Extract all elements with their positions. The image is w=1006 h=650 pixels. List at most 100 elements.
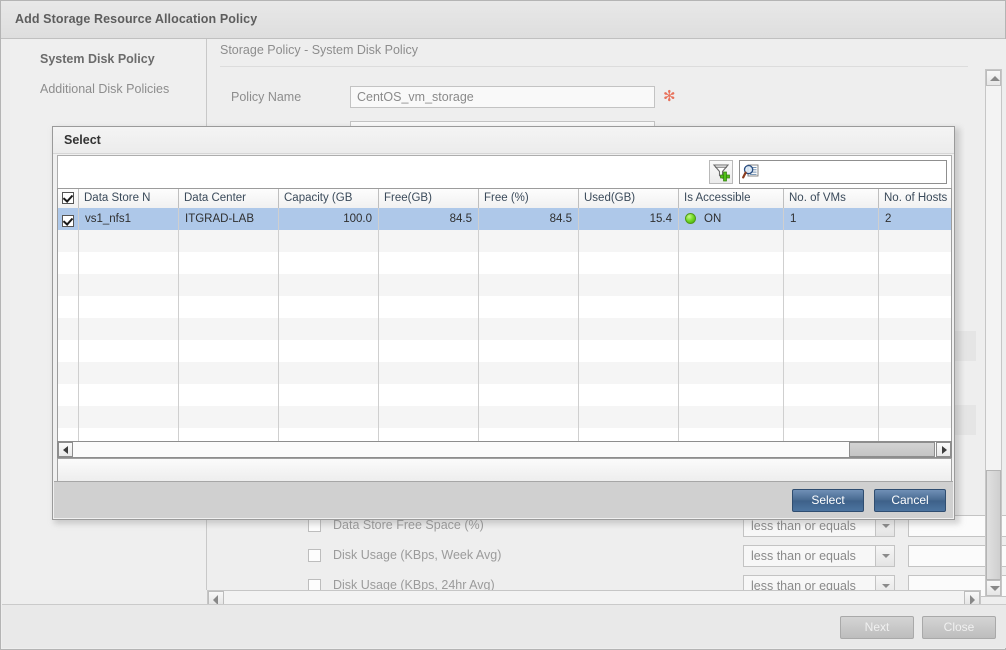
empty-cell-2	[279, 384, 379, 406]
empty-cell-1	[179, 362, 279, 384]
search-icon	[742, 164, 759, 179]
empty-cell-7	[784, 230, 879, 252]
empty-cell-1	[179, 296, 279, 318]
empty-checkbox-cell	[58, 384, 79, 406]
table-row-empty	[58, 274, 951, 296]
table-row-empty	[58, 362, 951, 384]
empty-cell-3	[379, 296, 479, 318]
wizard-title-bar: Add Storage Resource Allocation Policy	[1, 1, 1005, 39]
empty-cell-8	[879, 362, 951, 384]
column-header-2[interactable]: Capacity (GB	[279, 189, 379, 208]
select-dialog-title-bar: Select	[53, 127, 954, 154]
empty-checkbox-cell	[58, 406, 79, 428]
empty-cell-7	[784, 296, 879, 318]
column-header-3[interactable]: Free(GB)	[379, 189, 479, 208]
empty-cell-4	[479, 230, 579, 252]
content-divider	[220, 66, 968, 67]
table-row-empty	[58, 384, 951, 406]
status-led-icon	[685, 213, 696, 225]
column-header-5[interactable]: Used(GB)	[579, 189, 679, 208]
empty-checkbox-cell	[58, 274, 79, 296]
empty-cell-2	[279, 230, 379, 252]
table-row[interactable]: vs1_nfs1 ITGRAD-LAB 100.0 84.5 84.5 15.4 ON 1 2	[58, 208, 951, 230]
policy-name-label: Policy Name	[231, 90, 302, 104]
empty-cell-0	[79, 274, 179, 296]
table-row-empty	[58, 428, 951, 441]
app-root: Add Storage Resource Allocation Policy S…	[0, 0, 1006, 650]
column-header-1[interactable]: Data Center	[179, 189, 279, 208]
empty-cell-8	[879, 296, 951, 318]
empty-cell-0	[79, 362, 179, 384]
empty-cell-6	[679, 428, 784, 441]
sidebar-item-additional-disk-policies[interactable]: Additional Disk Policies	[40, 82, 169, 96]
empty-cell-3	[379, 406, 479, 428]
empty-cell-6	[679, 406, 784, 428]
empty-cell-2	[279, 340, 379, 362]
vertical-scroll-thumb[interactable]	[986, 470, 1001, 580]
grid-horizontal-scrollbar[interactable]	[57, 441, 952, 458]
empty-checkbox-cell	[58, 428, 79, 441]
empty-cell-3	[379, 318, 479, 340]
empty-cell-4	[479, 406, 579, 428]
column-header-4[interactable]: Free (%)	[479, 189, 579, 208]
cell-1: ITGRAD-LAB	[179, 208, 279, 230]
scroll-right-arrow-icon[interactable]	[964, 591, 980, 605]
sidebar-item-system-disk-policy[interactable]: System Disk Policy	[40, 52, 155, 66]
scroll-left-arrow-icon[interactable]	[208, 591, 224, 605]
empty-cell-2	[279, 406, 379, 428]
close-button[interactable]: Close	[922, 616, 996, 639]
column-header-8[interactable]: No. of Hosts	[879, 189, 951, 208]
datastore-grid: Data Store N Data Center Capacity (GB Free(…	[57, 188, 952, 579]
policy-name-input[interactable]: CentOS_vm_storage	[350, 86, 655, 108]
empty-cell-6	[679, 296, 784, 318]
empty-cell-7	[784, 340, 879, 362]
empty-cell-1	[179, 406, 279, 428]
scroll-up-arrow-icon[interactable]	[986, 70, 1001, 86]
grid-scroll-right-arrow-icon[interactable]	[936, 442, 951, 457]
empty-cell-2	[279, 428, 379, 441]
wizard-sidebar: System Disk Policy Additional Disk Polic…	[10, 39, 207, 140]
empty-cell-4	[479, 340, 579, 362]
empty-cell-0	[79, 252, 179, 274]
content-vertical-scrollbar[interactable]	[985, 69, 1002, 597]
scroll-down-arrow-icon[interactable]	[986, 580, 1001, 596]
empty-cell-0	[79, 230, 179, 252]
select-all-checkbox[interactable]	[62, 192, 74, 205]
empty-cell-5	[579, 362, 679, 384]
grid-scroll-thumb[interactable]	[849, 442, 935, 457]
column-header-7[interactable]: No. of VMs	[784, 189, 879, 208]
cell-8: 2	[879, 208, 951, 230]
empty-cell-0	[79, 428, 179, 441]
column-header-6[interactable]: Is Accessible	[679, 189, 784, 208]
empty-cell-4	[479, 318, 579, 340]
empty-cell-3	[379, 362, 479, 384]
next-button[interactable]: Next	[840, 616, 914, 639]
select-dialog: Select Data Store N Data Center Capacity…	[52, 126, 955, 520]
add-filter-icon[interactable]	[709, 160, 733, 184]
grid-scroll-left-arrow-icon[interactable]	[58, 442, 73, 457]
empty-cell-5	[579, 406, 679, 428]
empty-cell-5	[579, 428, 679, 441]
empty-cell-5	[579, 318, 679, 340]
row-checkbox[interactable]	[62, 214, 74, 227]
grid-body: vs1_nfs1 ITGRAD-LAB 100.0 84.5 84.5 15.4 ON 1 2	[57, 208, 952, 441]
select-confirm-button[interactable]: Select	[792, 489, 864, 512]
cell-4: 84.5	[479, 208, 579, 230]
select-all-header-cell[interactable]	[58, 189, 79, 208]
window-title: Add Storage Resource Allocation Policy	[15, 12, 258, 26]
cancel-button[interactable]: Cancel	[874, 489, 946, 512]
column-header-0[interactable]: Data Store N	[79, 189, 179, 208]
row-checkbox-cell[interactable]	[58, 208, 79, 230]
empty-checkbox-cell	[58, 230, 79, 252]
empty-cell-5	[579, 296, 679, 318]
table-row-empty	[58, 318, 951, 340]
empty-cell-2	[279, 252, 379, 274]
content-header-title: Storage Policy - System Disk Policy	[220, 43, 418, 57]
empty-cell-2	[279, 318, 379, 340]
wizard-footer: Next Close	[2, 604, 1006, 648]
empty-cell-0	[79, 318, 179, 340]
empty-cell-6	[679, 340, 784, 362]
empty-cell-6	[679, 318, 784, 340]
search-field-wrapper[interactable]	[739, 160, 947, 184]
search-input[interactable]	[764, 163, 946, 183]
